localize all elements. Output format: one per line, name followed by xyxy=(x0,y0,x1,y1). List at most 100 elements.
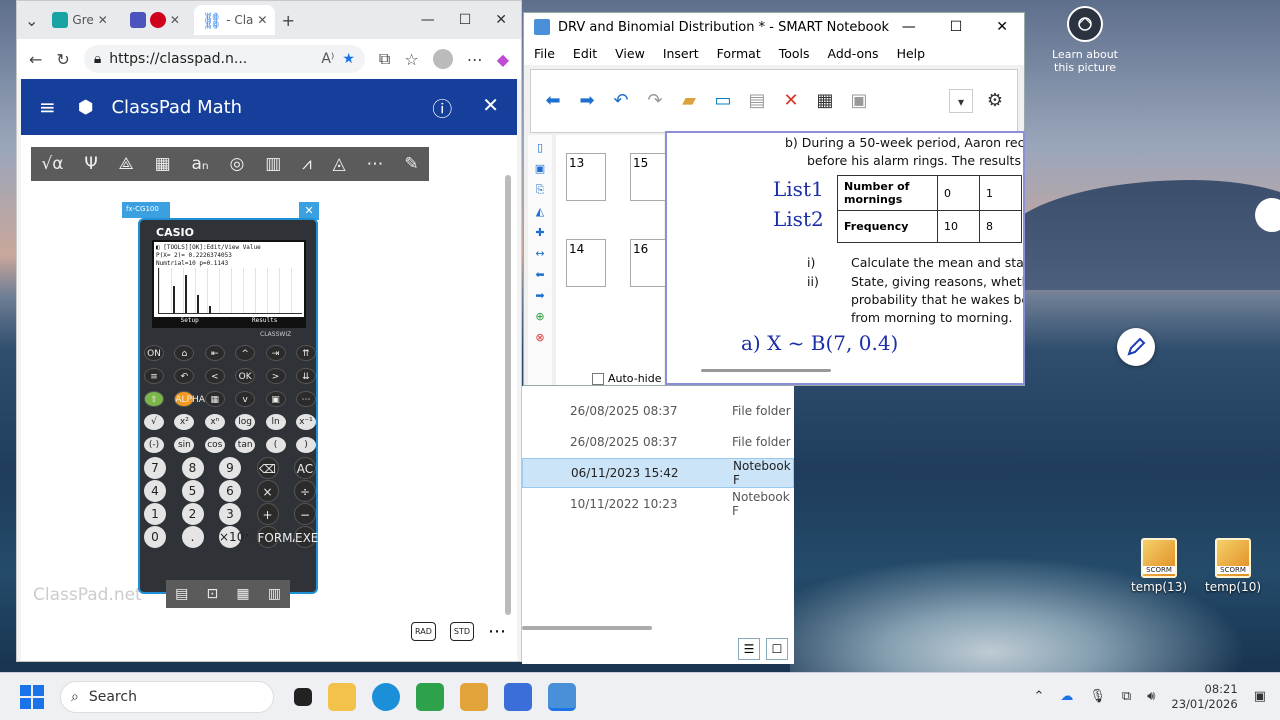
menu-help[interactable]: Help xyxy=(897,46,926,61)
calculator-key[interactable]: × xyxy=(256,480,279,502)
setup-softkey[interactable]: Setup xyxy=(181,317,199,326)
menu-edit[interactable]: Edit xyxy=(573,46,597,61)
microphone-icon[interactable]: 🎙︎ xyxy=(1089,689,1106,704)
menu-format[interactable]: Format xyxy=(717,46,761,61)
next-page-icon[interactable]: ➡ xyxy=(575,89,599,113)
menu-insert[interactable]: Insert xyxy=(663,46,699,61)
calculator-key[interactable]: ▣ xyxy=(265,391,286,407)
previous-page-icon[interactable]: ⬅ xyxy=(541,89,565,113)
calculator-key[interactable]: ⇊ xyxy=(295,368,316,384)
calculator-key[interactable]: 9 xyxy=(219,457,241,479)
probability-icon[interactable]: ◎ xyxy=(230,154,245,174)
copilot-icon[interactable]: ◆ xyxy=(497,50,509,69)
close-icon[interactable]: ✕ xyxy=(482,93,499,122)
page-thumbnail[interactable]: 13 xyxy=(566,153,606,201)
math-icon[interactable]: √α xyxy=(41,154,63,174)
gallery-icon[interactable]: ▣ xyxy=(535,162,545,175)
calculator-key[interactable]: ⇧ xyxy=(144,391,164,407)
menu-file[interactable]: File xyxy=(534,46,555,61)
delete-page-icon[interactable]: ⊗ xyxy=(535,331,544,344)
horizontal-scrollbar[interactable] xyxy=(701,369,831,372)
menu-view[interactable]: View xyxy=(615,46,645,61)
autohide-checkbox[interactable] xyxy=(592,372,604,385)
vertical-scrollbar[interactable] xyxy=(505,175,511,615)
calculator-key[interactable]: ×10ˣ xyxy=(219,526,250,548)
calculator-key[interactable]: xⁿ xyxy=(204,414,225,430)
horizontal-scrollbar[interactable] xyxy=(522,626,652,630)
move-icon[interactable]: ↔ xyxy=(535,247,544,260)
task-view-icon[interactable] xyxy=(294,687,312,706)
details-view-icon[interactable]: ☰ xyxy=(738,638,760,660)
smart-notebook-icon[interactable] xyxy=(548,682,576,711)
geometry-icon[interactable]: ⟁ xyxy=(119,154,134,174)
calculator-key[interactable]: 6 xyxy=(219,480,241,502)
delete-icon[interactable]: ✕ xyxy=(779,89,803,113)
desktop-icon-temp10[interactable]: temp(10) xyxy=(1198,538,1268,594)
learn-about-picture[interactable]: Learn about this picture xyxy=(1050,6,1120,74)
calculator-key[interactable]: ≡ xyxy=(144,368,164,384)
list-item[interactable]: 26/08/2025 08:37 File folder xyxy=(522,396,794,426)
calculator-key[interactable]: ↶ xyxy=(174,368,195,384)
calculator-key[interactable]: ⇈ xyxy=(295,345,316,361)
calculator-key[interactable]: ⌂ xyxy=(174,345,195,361)
calculator-key[interactable]: tan xyxy=(235,437,256,453)
calculator-key[interactable]: 3 xyxy=(219,503,241,525)
edge-icon[interactable] xyxy=(372,682,400,711)
graph-icon[interactable]: ⩘ xyxy=(302,154,312,174)
page-thumbnail[interactable]: 15 xyxy=(630,153,670,201)
camera-icon[interactable]: ▣ xyxy=(847,89,871,113)
list-item[interactable]: 26/08/2025 08:37 File folder xyxy=(522,427,794,457)
calculator-key[interactable]: + xyxy=(256,503,279,525)
page-thumbnail[interactable]: 14 xyxy=(566,239,606,287)
calculator-key[interactable]: . xyxy=(181,526,204,548)
history-icon[interactable]: ▤ xyxy=(175,586,188,602)
edit-icon[interactable]: ✎ xyxy=(404,154,418,174)
calculator-key[interactable]: ⇤ xyxy=(204,345,225,361)
chevron-up-icon[interactable]: ⌃ xyxy=(1033,689,1044,704)
table-icon[interactable]: ▦ xyxy=(813,89,837,113)
calculator-key[interactable]: ⌫ xyxy=(256,457,279,479)
settings-icon[interactable]: ⚙ xyxy=(983,89,1007,113)
calculator-key[interactable]: − xyxy=(294,503,316,525)
calculator-key[interactable]: 1 xyxy=(144,503,166,525)
new-tab-icon[interactable]: + xyxy=(281,11,294,30)
profile-avatar[interactable] xyxy=(432,49,453,69)
maximize-icon[interactable]: ☐ xyxy=(459,12,472,28)
calculator-key[interactable]: √ xyxy=(144,414,164,430)
calculator-key[interactable]: ⇥ xyxy=(265,345,286,361)
forward-arrow-icon[interactable]: ➡ xyxy=(535,289,544,302)
calculator-key[interactable]: cos xyxy=(204,437,225,453)
back-icon[interactable]: ← xyxy=(29,50,42,69)
network-icon[interactable]: ⧉ xyxy=(1122,689,1131,704)
calculator-key[interactable]: x² xyxy=(174,414,195,430)
calculator-key[interactable]: 8 xyxy=(181,457,204,479)
vector-icon[interactable]: Ψ xyxy=(84,154,97,174)
close-icon[interactable]: ✕ xyxy=(996,19,1008,35)
calculator-key[interactable]: FORMAT xyxy=(256,526,307,548)
calculator-key[interactable]: sin xyxy=(174,437,195,453)
calculator-key[interactable]: EXE xyxy=(294,526,318,548)
minimize-icon[interactable]: — xyxy=(421,12,435,28)
back-arrow-icon[interactable]: ⬅ xyxy=(535,268,544,281)
start-icon[interactable] xyxy=(20,684,44,709)
calculator-icon[interactable]: ▥ xyxy=(265,154,281,174)
open-file-icon[interactable]: ▰ xyxy=(677,89,701,113)
3d-icon[interactable]: ◬ xyxy=(333,154,346,174)
app-icon[interactable] xyxy=(504,682,532,711)
menu-tools[interactable]: Tools xyxy=(779,46,810,61)
clock[interactable]: 08:21 23/01/2026 xyxy=(1171,682,1237,712)
read-aloud-icon[interactable]: A⁾ xyxy=(321,51,334,67)
search-input[interactable]: ⌕ Search xyxy=(60,680,274,713)
close-icon[interactable]: ✕ xyxy=(495,12,507,28)
tiles-view-icon[interactable]: ☐ xyxy=(766,638,788,660)
std-button[interactable]: STD xyxy=(449,622,474,641)
manual-icon[interactable]: ▥ xyxy=(268,586,281,602)
calculator-key[interactable]: 0 xyxy=(144,526,166,548)
calculator-key[interactable]: ^ xyxy=(235,345,256,361)
close-icon[interactable]: ✕ xyxy=(257,13,267,27)
page-thumbnail[interactable]: 16 xyxy=(630,239,670,287)
calculator-key[interactable]: ▦ xyxy=(204,391,225,407)
attachments-icon[interactable]: ⎘ xyxy=(536,183,545,197)
calculator-key[interactable]: ÷ xyxy=(294,480,316,502)
menu-icon[interactable]: ≡ xyxy=(39,95,56,119)
